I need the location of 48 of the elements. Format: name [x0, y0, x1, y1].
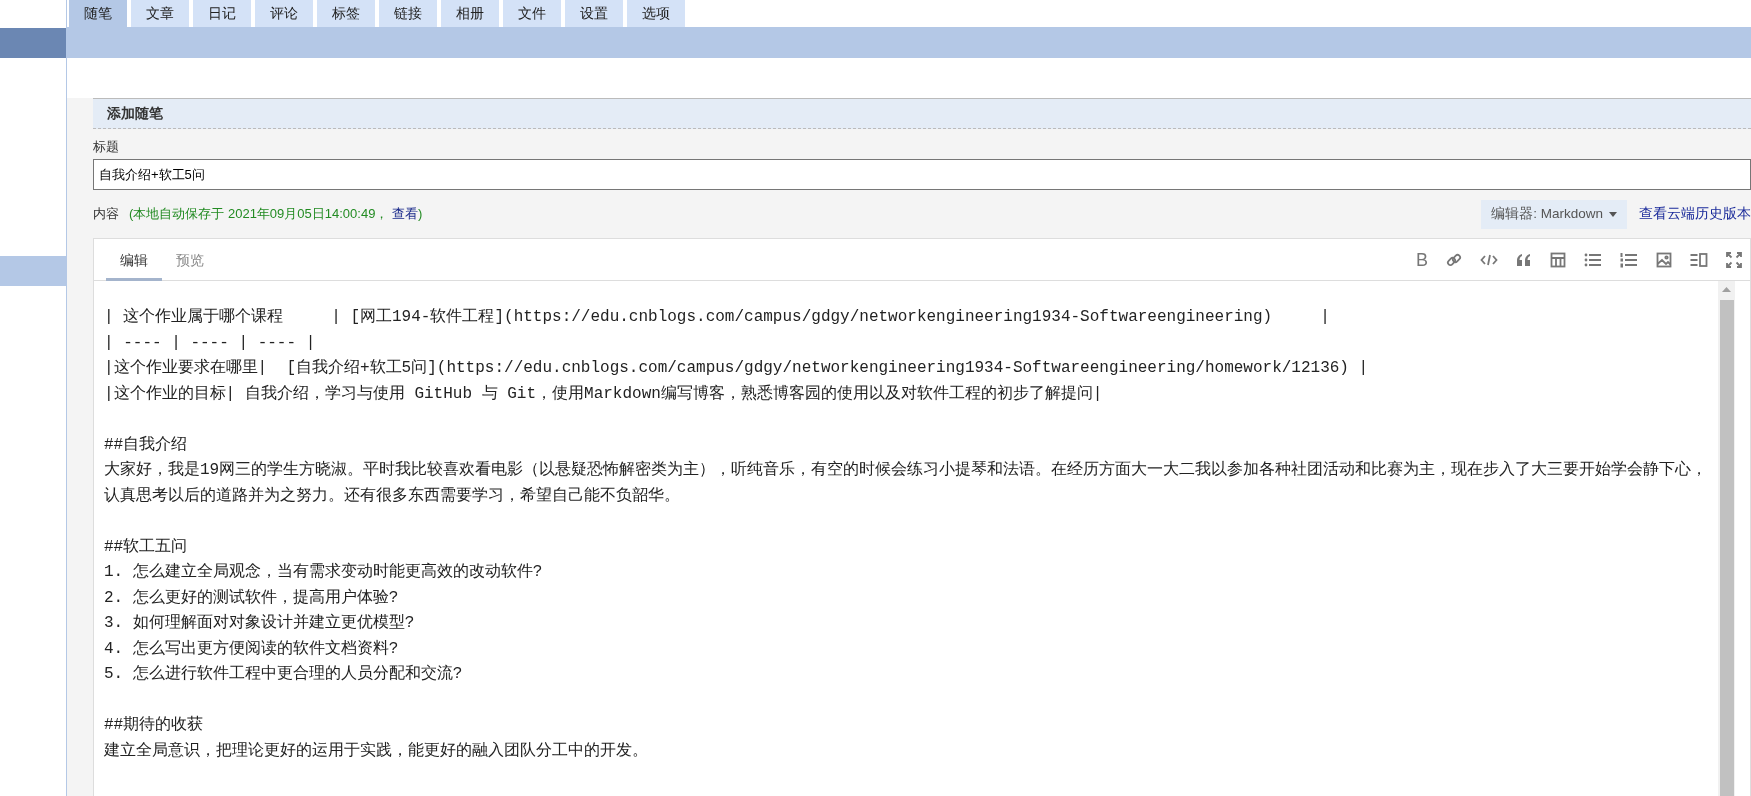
editor-line: ##自我介绍: [104, 434, 189, 456]
fullscreen-icon[interactable]: [1726, 251, 1742, 268]
nav-tab[interactable]: 随笔: [69, 0, 127, 27]
code-icon[interactable]: [1480, 252, 1498, 267]
nav-tab[interactable]: 链接: [379, 0, 437, 27]
nav-tab[interactable]: 文章: [131, 0, 189, 27]
numbered-list-icon[interactable]: [1620, 251, 1638, 268]
editor-line: |这个作业要求在哪里| [自我介绍+软工5问](https://edu.cnblogs.com/campus/gdgy/networkengineering1934-Softwareengineering/homework/12136) |: [104, 357, 1370, 379]
caret-icon: [1609, 211, 1617, 217]
quote-icon[interactable]: [1516, 252, 1532, 267]
side-by-side-icon[interactable]: [1690, 251, 1708, 268]
autosave-note: (本地自动保存于 2021年09月05日14:00:49， 查看): [129, 205, 423, 223]
section-title: 添加随笔: [93, 98, 1751, 129]
editor-tab[interactable]: 编辑: [106, 252, 162, 281]
view-link[interactable]: 查看: [392, 206, 418, 221]
nav-tab[interactable]: 文件: [503, 0, 561, 27]
nav-tab[interactable]: 评论: [255, 0, 313, 27]
editor-line: ##软工五问: [104, 536, 189, 558]
editor-line: | 这个作业属于哪个课程 | [网工194-软件工程](https://edu.cnblogs.com/campus/gdgy/networkengineering1934-Softwareengineering) |: [104, 306, 1331, 328]
history-link[interactable]: 查看云端历史版本: [1639, 205, 1751, 223]
scroll-up-icon[interactable]: [1722, 287, 1731, 292]
scrollbar-thumb[interactable]: [1719, 300, 1734, 796]
scrollbar[interactable]: [1718, 281, 1735, 796]
field-label: 标题: [93, 138, 120, 156]
title-field[interactable]: 自我介绍+软工5问: [93, 159, 1751, 190]
editor-line: 5. 怎么进行软件工程中更合理的人员分配和交流?: [104, 663, 464, 685]
nav-tab[interactable]: 相册: [441, 0, 499, 27]
editor-line: 3. 如何理解面对对象设计并建立更优模型?: [104, 612, 416, 634]
field-label: 内容: [93, 205, 119, 223]
editor-line: ##期待的收获: [104, 714, 205, 736]
editor-line: | ---- | ---- | ---- |: [104, 332, 317, 354]
table-icon[interactable]: [1550, 251, 1566, 268]
editor-line: 2. 怎么更好的测试软件，提高用户体验?: [104, 587, 400, 609]
editor-line: 建立全局意识，把理论更好的运用于实践，能更好的融入团队分工中的开发。: [104, 740, 649, 762]
nav-tab[interactable]: 标签: [317, 0, 375, 27]
image-icon[interactable]: [1656, 251, 1672, 268]
bold-button[interactable]: B: [1416, 250, 1428, 269]
editor-line: 大家好，我是19网三的学生方晓淑。平时我比较喜欢看电影（以悬疑恐怖解密类为主），听纯音乐，有空的时候会练习小提琴和法语。在经历方面大一大二我以参加各种社团活动和比赛为主，现在步入了大三要开始学会静下心，认真思考以后的道路并为之努力。还有很多东西需要学习，希望自己能不负韶华。: [104, 459, 1708, 507]
editor-select[interactable]: 编辑器: Markdown: [1481, 199, 1627, 229]
bullet-list-icon[interactable]: [1584, 251, 1602, 268]
editor-line: 4. 怎么写出更方便阅读的软件文档资料?: [104, 638, 400, 660]
nav-tab[interactable]: 选项: [627, 0, 685, 27]
editor-line: |这个作业的目标| 自我介绍，学习与使用 GitHub 与 Git，使用Markdown编写博客，熟悉博客园的使用以及对软件工程的初步了解提问|: [104, 383, 1104, 405]
nav-tab[interactable]: 设置: [565, 0, 623, 27]
link-icon[interactable]: [1446, 251, 1462, 268]
editor-line: 1. 怎么建立全局观念，当有需求变动时能更高效的改动软件?: [104, 561, 544, 583]
nav-tab[interactable]: 日记: [193, 0, 251, 27]
editor-tab[interactable]: 预览: [162, 252, 218, 281]
